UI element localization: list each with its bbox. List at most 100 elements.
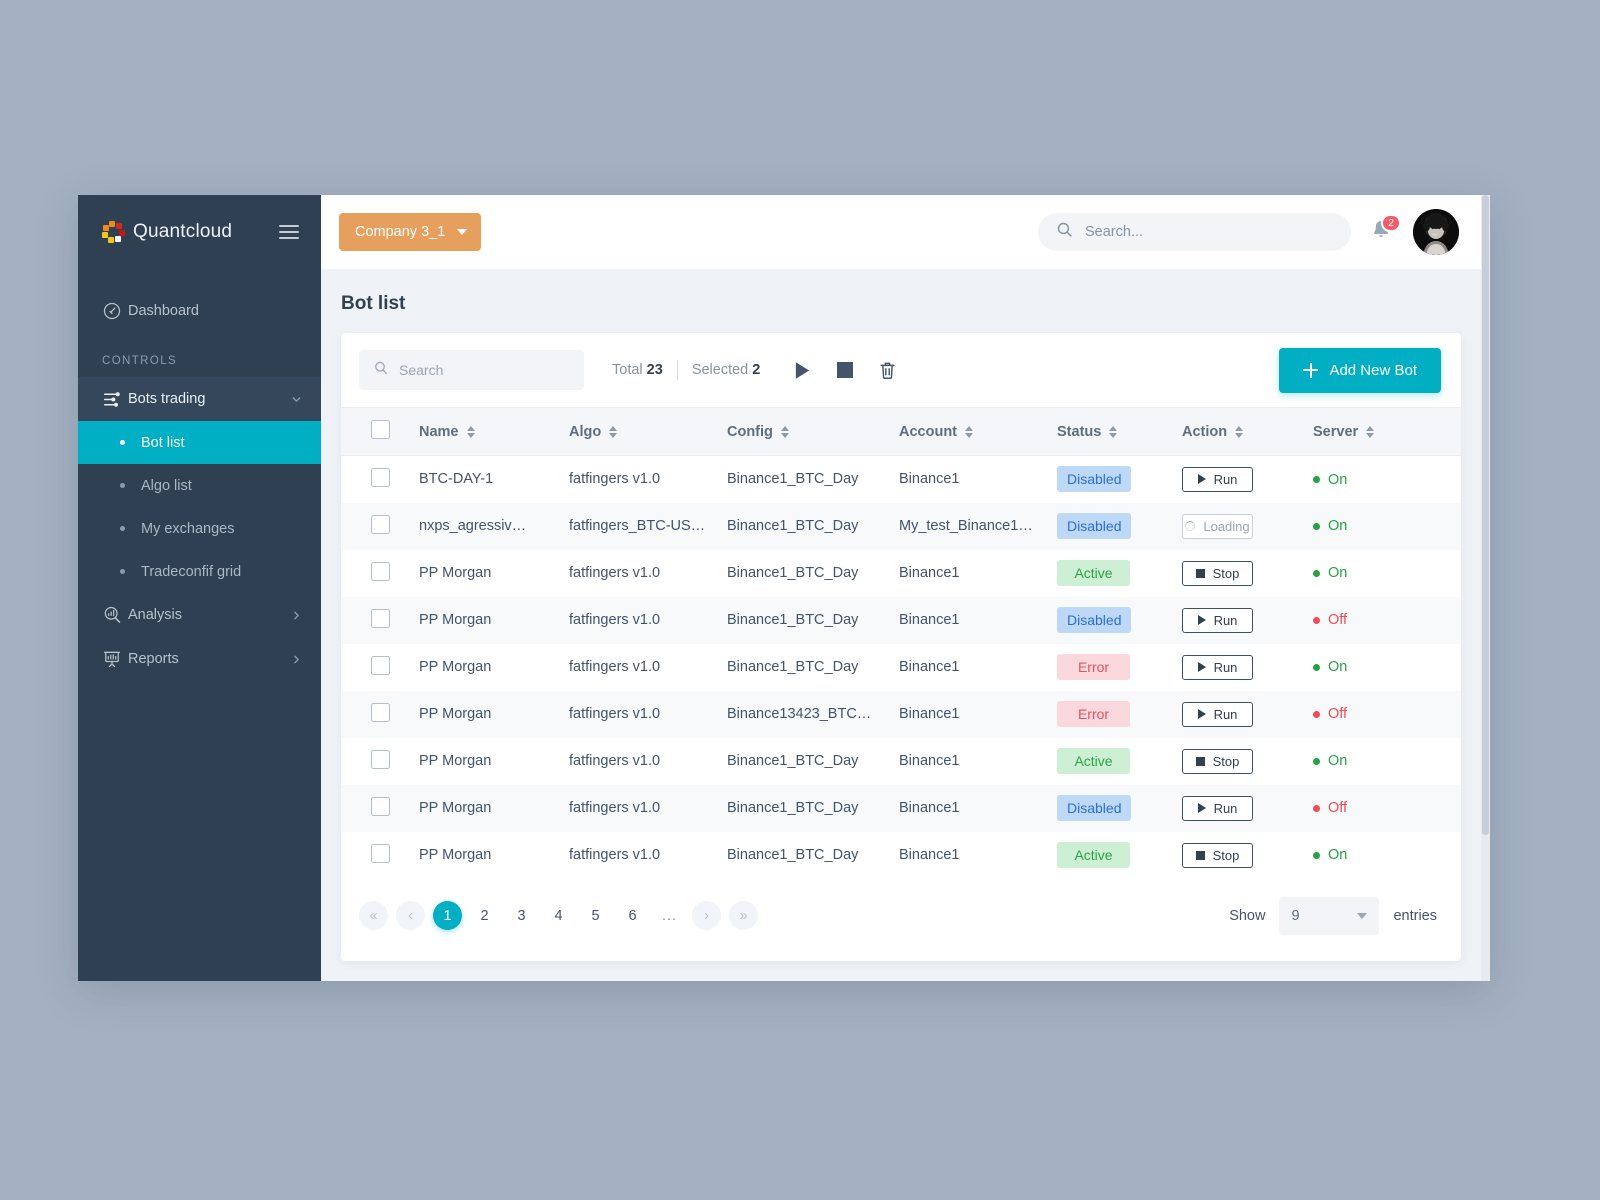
server-status-label: Off (1328, 706, 1348, 723)
scrollbar-thumb[interactable] (1482, 195, 1489, 835)
table-row[interactable]: PP Morgan fatfingers v1.0 Binance1_BTC_Day… (341, 596, 1461, 644)
sidebar: Quantcloud Dashboard CONTROLS Bots tradi… (78, 195, 321, 981)
column-header-status[interactable]: Status (1057, 407, 1182, 456)
row-action-button[interactable]: Stop (1182, 560, 1253, 586)
pagination-last[interactable]: » (729, 901, 758, 930)
select-all-header (341, 407, 419, 456)
table-row[interactable]: PP Morgan fatfingers v1.0 Binance13423_BTC… (341, 690, 1461, 738)
add-new-bot-button[interactable]: Add New Bot (1279, 347, 1441, 393)
table-row[interactable]: PP Morgan fatfingers v1.0 Binance1_BTC_Day… (341, 738, 1461, 785)
cell-account: Binance1 (899, 847, 960, 863)
status-dot-icon (1313, 522, 1320, 530)
row-checkbox[interactable] (371, 843, 390, 863)
row-checkbox[interactable] (371, 655, 390, 675)
sidebar-item-label: Analysis (128, 607, 182, 623)
pagination-prev[interactable]: ‹ (396, 901, 425, 930)
row-action-button[interactable]: Run (1182, 795, 1253, 821)
sidebar-group-bots-trading[interactable]: Bots trading (78, 377, 321, 421)
select-all-checkbox[interactable] (371, 420, 390, 439)
sort-icon (1366, 425, 1375, 438)
row-action-label: Stop (1212, 565, 1240, 581)
pagination-page-5[interactable]: 5 (581, 901, 610, 930)
sidebar-item-my-exchanges[interactable]: My exchanges (78, 507, 321, 550)
column-header-account[interactable]: Account (899, 407, 1057, 456)
cell-account: Binance1 (899, 706, 960, 722)
cell-account: Binance1 (899, 565, 960, 581)
sidebar-item-algo-list[interactable]: Algo list (78, 464, 321, 507)
row-action-label: Loading (1203, 518, 1250, 534)
row-checkbox[interactable] (371, 796, 390, 816)
status-badge: Disabled (1057, 513, 1132, 539)
pagination-page-2[interactable]: 2 (470, 901, 499, 930)
row-checkbox[interactable] (371, 561, 390, 581)
global-search[interactable] (1038, 213, 1351, 251)
row-checkbox[interactable] (371, 467, 390, 487)
sidebar-item-reports[interactable]: Reports (78, 637, 321, 681)
sidebar-item-dashboard[interactable]: Dashboard (78, 289, 321, 333)
pagination-next[interactable]: › (692, 901, 721, 930)
table-row[interactable]: PP Morgan fatfingers v1.0 Binance1_BTC_Day… (341, 550, 1461, 597)
play-icon (1197, 709, 1206, 719)
pagination-first[interactable]: « (359, 901, 388, 930)
sidebar-item-bot-list[interactable]: Bot list (78, 421, 321, 464)
pagination-page-3[interactable]: 3 (507, 901, 536, 930)
main-area: Company 3_1 Search... 2 Bot list Search … (321, 195, 1490, 981)
row-checkbox[interactable] (371, 702, 390, 722)
row-action-button[interactable]: Stop (1182, 842, 1253, 868)
column-label: Status (1057, 423, 1102, 440)
table-row[interactable]: BTC-DAY-1 fatfingers v1.0 Binance1_BTC_Day… (341, 456, 1461, 503)
cell-action: Loading (1182, 503, 1313, 550)
delete-icon[interactable] (879, 361, 896, 380)
column-header-server[interactable]: Server (1313, 407, 1461, 456)
avatar[interactable] (1413, 209, 1459, 255)
server-status: On (1313, 659, 1347, 675)
cell-server: Off (1313, 597, 1461, 644)
row-action-button[interactable]: Run (1182, 701, 1253, 727)
row-action-button[interactable]: Run (1182, 654, 1253, 680)
cell-action: Run (1182, 456, 1313, 503)
app-window: Quantcloud Dashboard CONTROLS Bots tradi… (78, 195, 1490, 981)
pagination-page-6[interactable]: 6 (618, 901, 647, 930)
sidebar-item-label: Dashboard (128, 303, 199, 319)
status-badge: Error (1057, 654, 1130, 680)
bullet-icon (120, 526, 125, 531)
row-action-button[interactable]: Run (1182, 607, 1253, 633)
column-header-name[interactable]: Name (419, 407, 569, 456)
table-search-input[interactable] (399, 362, 570, 378)
row-action-button[interactable]: Run (1182, 466, 1253, 492)
brand-name: Quantcloud (133, 221, 233, 242)
table-row[interactable]: PP Morgan fatfingers v1.0 Binance1_BTC_Day… (341, 784, 1461, 832)
company-selector-button[interactable]: Company 3_1 (339, 213, 482, 251)
table-body: BTC-DAY-1 fatfingers v1.0 Binance1_BTC_Day… (341, 456, 1461, 879)
table-row[interactable]: nxps_agressiv… fatfingers_BTC-US… Binance1… (341, 502, 1461, 550)
run-all-icon[interactable] (794, 361, 811, 380)
row-select-cell (341, 644, 419, 691)
page-size-select[interactable]: 9 (1279, 896, 1380, 935)
hamburger-icon[interactable] (279, 225, 299, 239)
row-select-cell (341, 597, 419, 644)
table-row[interactable]: PP Morgan fatfingers v1.0 Binance1_BTC_Day… (341, 644, 1461, 691)
cell-config: Binance1_BTC_Day (727, 565, 859, 581)
status-badge: Active (1057, 748, 1130, 774)
row-action-button[interactable]: Stop (1182, 748, 1253, 774)
column-header-config[interactable]: Config (727, 407, 899, 456)
row-checkbox[interactable] (371, 514, 390, 534)
pagination-page-1[interactable]: 1 (433, 901, 462, 930)
global-search-input[interactable] (1085, 224, 1333, 240)
row-checkbox[interactable] (371, 608, 390, 628)
row-checkbox[interactable] (371, 749, 390, 769)
table-row[interactable]: PP Morgan fatfingers v1.0 Binance1_BTC_Day… (341, 832, 1461, 879)
pagination-page-4[interactable]: 4 (544, 901, 573, 930)
table-search[interactable] (359, 350, 584, 390)
stop-all-icon[interactable] (837, 362, 854, 378)
column-header-algo[interactable]: Algo (569, 407, 727, 456)
row-action-button[interactable]: Loading (1182, 513, 1253, 539)
notifications-button[interactable]: 2 (1369, 214, 1401, 247)
column-header-action[interactable]: Action (1182, 407, 1313, 456)
vertical-scrollbar[interactable] (1481, 195, 1490, 981)
sidebar-item-analysis[interactable]: Analysis (78, 593, 321, 637)
sidebar-subitem-label: Algo list (141, 477, 192, 494)
cell-name: PP Morgan (419, 612, 492, 628)
cell-config: Binance1_BTC_Day (727, 612, 859, 628)
sidebar-item-tradeconfif-grid[interactable]: Tradeconfif grid (78, 550, 321, 593)
